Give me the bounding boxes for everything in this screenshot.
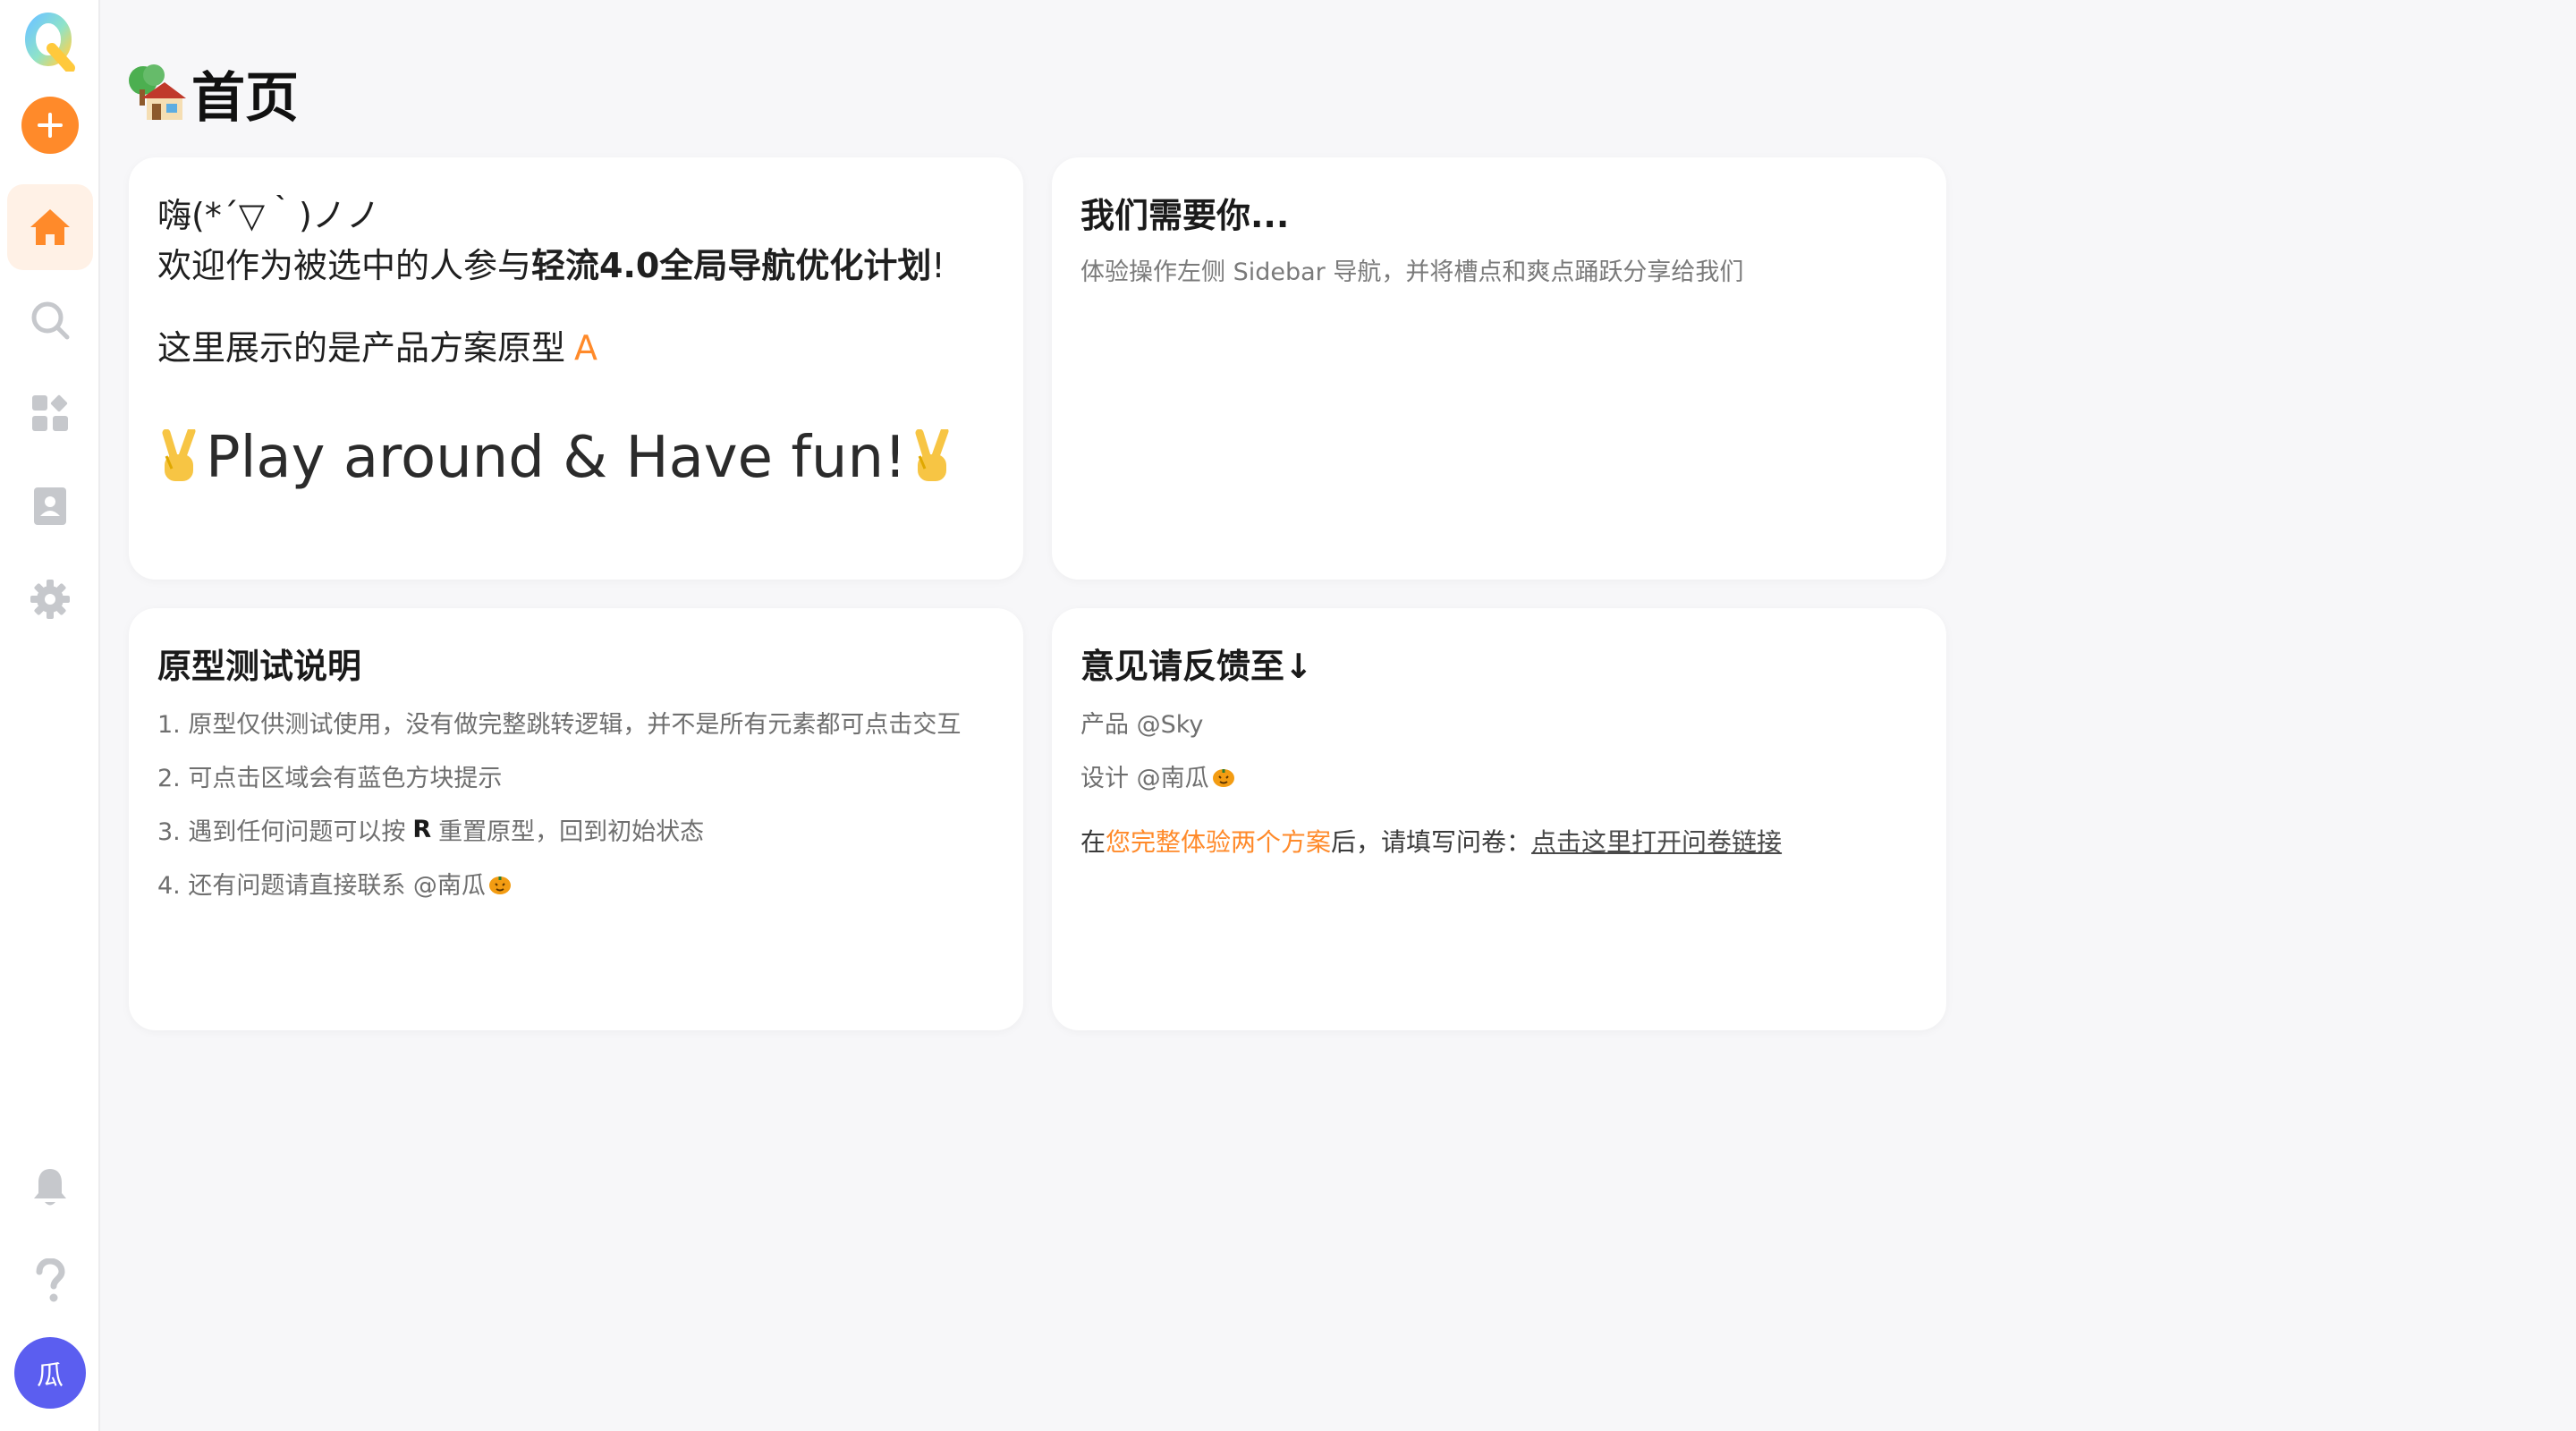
list-item-suffix: 重置原型，回到初始状态	[438, 818, 705, 846]
gear-icon	[30, 580, 70, 619]
greeting-text: 嗨(*´▽｀)ノノ	[157, 196, 380, 235]
list-item: 4. 还有问题请直接联系 @南瓜	[157, 866, 513, 901]
sidebar-item-home[interactable]	[7, 184, 93, 270]
sidebar-item-apps[interactable]	[7, 370, 93, 456]
victory-hand-icon	[162, 429, 196, 481]
page-title: 首页	[127, 55, 299, 131]
have-fun-line: Play around & Have fun!	[154, 422, 959, 494]
user-avatar[interactable]: 瓜	[14, 1337, 86, 1409]
question-icon	[36, 1258, 65, 1302]
page-title-text: 首页	[191, 66, 299, 130]
pumpkin-icon	[488, 876, 511, 894]
add-button[interactable]	[21, 97, 79, 154]
feedback-title: 意见请反馈至↓	[1080, 647, 1313, 686]
plus-icon	[38, 113, 63, 138]
list-item: 3. 遇到任何问题可以按 R 重置原型，回到初始状态	[157, 812, 704, 847]
reset-key-label: R	[412, 816, 432, 843]
instructions-title: 原型测试说明	[157, 647, 362, 686]
feedback-card: 意见请反馈至↓ 产品 @Sky 设计 @南瓜 在您完整体验两个方案后，请填写问卷…	[1052, 608, 1946, 1030]
design-contact: 设计 @南瓜	[1080, 758, 1236, 793]
sidebar-item-search[interactable]	[7, 277, 93, 363]
welcome-prefix: 欢迎作为被选中的人参与	[157, 246, 532, 285]
survey-link[interactable]: 点击这里打开问卷链接	[1531, 827, 1782, 857]
search-icon	[31, 301, 70, 340]
apps-icon	[32, 394, 68, 431]
need-you-title: 我们需要你...	[1080, 196, 1290, 235]
welcome-suffix: !	[931, 246, 945, 285]
survey-mid: 后，请填写问卷：	[1331, 827, 1532, 857]
design-contact-text: 设计 @南瓜	[1080, 765, 1209, 792]
have-fun-text: Play around & Have fun!	[206, 425, 907, 491]
survey-highlight: 您完整体验两个方案	[1106, 827, 1332, 857]
contact-card-icon	[34, 487, 66, 525]
prototype-text: 这里展示的是产品方案原型	[157, 328, 566, 368]
list-item-prefix: 3. 遇到任何问题可以按	[157, 818, 406, 846]
sidebar-item-help[interactable]	[7, 1238, 93, 1324]
victory-hand-icon	[915, 429, 949, 481]
list-item: 2. 可点击区域会有蓝色方块提示	[157, 765, 503, 792]
sidebar-item-contacts[interactable]	[7, 463, 93, 549]
sidebar: 瓜	[0, 0, 100, 1431]
prototype-variant: A	[574, 328, 598, 368]
need-you-card: 我们需要你... 体验操作左侧 Sidebar 导航，并将槽点和爽点踊跃分享给我…	[1052, 157, 1946, 580]
bell-icon	[34, 1169, 66, 1206]
list-item: 1. 原型仅供测试使用，没有做完整跳转逻辑，并不是所有元素都可点击交互	[157, 711, 962, 739]
product-contact: 产品 @Sky	[1080, 711, 1204, 739]
welcome-plan-name: 轻流4.0全局导航优化计划	[531, 246, 932, 285]
pumpkin-icon	[1212, 768, 1234, 787]
home-icon	[30, 209, 70, 245]
sidebar-item-settings[interactable]	[7, 556, 93, 642]
house-with-tree-icon	[129, 64, 186, 120]
welcome-card: 嗨(*´▽｀)ノノ 欢迎作为被选中的人参与轻流4.0全局导航优化计划! 这里展示…	[129, 157, 1023, 580]
sidebar-item-notifications[interactable]	[7, 1145, 93, 1231]
survey-prefix: 在	[1080, 827, 1106, 857]
list-item-text: 4. 还有问题请直接联系 @南瓜	[157, 872, 486, 900]
q-logo-icon[interactable]	[21, 13, 79, 73]
survey-line: 在您完整体验两个方案后，请填写问卷：点击这里打开问卷链接	[1080, 823, 1782, 859]
instructions-card: 原型测试说明 1. 原型仅供测试使用，没有做完整跳转逻辑，并不是所有元素都可点击…	[129, 608, 1023, 1030]
prototype-label: 这里展示的是产品方案原型 A	[157, 320, 597, 369]
need-you-desc: 体验操作左侧 Sidebar 导航，并将槽点和爽点踊跃分享给我们	[1080, 258, 1744, 286]
welcome-text: 欢迎作为被选中的人参与轻流4.0全局导航优化计划!	[157, 238, 945, 287]
